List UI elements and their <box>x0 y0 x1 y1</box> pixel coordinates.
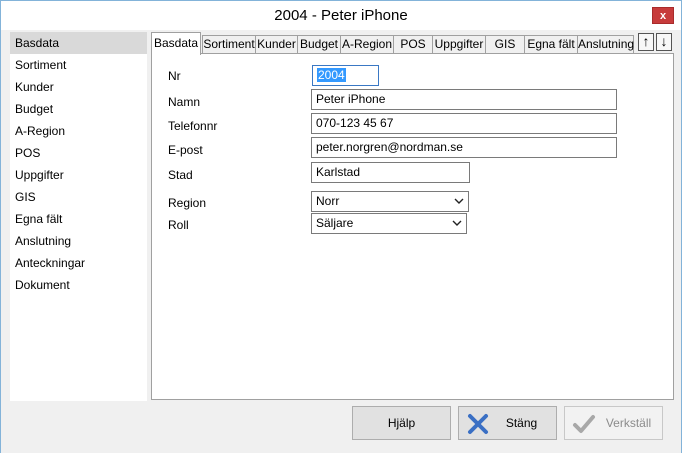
window-title: 2004 - Peter iPhone <box>274 7 408 24</box>
epost-field[interactable]: peter.norgren@nordman.se <box>311 137 617 158</box>
sidebar-item-egna-falt[interactable]: Egna fält <box>10 208 147 230</box>
stad-label: Stad <box>168 168 193 182</box>
sidebar-item-uppgifter[interactable]: Uppgifter <box>10 164 147 186</box>
basdata-panel: Nr 2004 Namn Peter iPhone Telefonnr 070-… <box>151 53 674 400</box>
sidebar-item-anslutning[interactable]: Anslutning <box>10 230 147 252</box>
sidebar-item-kunder[interactable]: Kunder <box>10 76 147 98</box>
dialog-window: 2004 - Peter iPhone x Basdata Sortiment … <box>0 0 682 453</box>
nr-field[interactable]: 2004 <box>312 65 379 86</box>
tab-scroll-down-button[interactable]: ↓ <box>656 33 672 51</box>
tab-uppgifter[interactable]: Uppgifter <box>432 35 486 54</box>
nr-label: Nr <box>168 69 181 83</box>
help-button[interactable]: Hjälp <box>352 406 451 440</box>
close-button[interactable]: Stäng <box>458 406 557 440</box>
button-bar: Hjälp Stäng Verkställ <box>1 401 681 453</box>
tab-kunder[interactable]: Kunder <box>255 35 298 54</box>
telefonnr-label: Telefonnr <box>168 119 218 133</box>
sidebar-item-dokument[interactable]: Dokument <box>10 274 147 296</box>
tab-budget[interactable]: Budget <box>297 35 341 54</box>
sidebar-item-anteckningar[interactable]: Anteckningar <box>10 252 147 274</box>
apply-button[interactable]: Verkställ <box>564 406 663 440</box>
chevron-down-icon <box>454 198 464 204</box>
sidebar-item-basdata[interactable]: Basdata <box>10 32 147 54</box>
tab-gis[interactable]: GIS <box>485 35 525 54</box>
roll-label: Roll <box>168 218 189 232</box>
arrow-down-icon: ↓ <box>660 33 668 49</box>
telefonnr-field[interactable]: 070-123 45 67 <box>311 113 617 134</box>
sidebar-item-gis[interactable]: GIS <box>10 186 147 208</box>
title-bar: 2004 - Peter iPhone x <box>1 1 681 30</box>
sidebar-nav: Basdata Sortiment Kunder Budget A-Region… <box>10 32 147 402</box>
namn-label: Namn <box>168 95 201 109</box>
help-button-label: Hjälp <box>387 416 416 430</box>
close-x-icon <box>468 414 488 434</box>
tab-strip: Basdata Sortiment Kunder Budget A-Region… <box>151 32 675 55</box>
tab-scroll-up-button[interactable]: ↑ <box>638 33 654 51</box>
checkmark-icon <box>573 415 595 433</box>
tab-egna-falt[interactable]: Egna fält <box>524 35 578 54</box>
apply-button-label: Verkställ <box>605 416 652 430</box>
tab-basdata[interactable]: Basdata <box>151 32 201 55</box>
region-label: Region <box>168 196 207 210</box>
tab-pos[interactable]: POS <box>393 35 433 54</box>
tab-a-region[interactable]: A-Region <box>340 35 394 54</box>
close-button-label: Stäng <box>505 416 538 430</box>
sidebar-item-a-region[interactable]: A-Region <box>10 120 147 142</box>
region-select[interactable]: Norr <box>311 191 469 212</box>
region-value: Norr <box>316 194 340 208</box>
chevron-down-icon <box>452 220 462 226</box>
sidebar-item-budget[interactable]: Budget <box>10 98 147 120</box>
close-window-button[interactable]: x <box>652 7 674 24</box>
namn-field[interactable]: Peter iPhone <box>311 89 617 110</box>
tab-anslutning[interactable]: Anslutning <box>577 35 634 54</box>
sidebar-item-pos[interactable]: POS <box>10 142 147 164</box>
roll-select[interactable]: Säljare <box>311 213 467 234</box>
nr-value: 2004 <box>317 68 346 82</box>
tab-sortiment[interactable]: Sortiment <box>202 35 256 54</box>
epost-label: E-post <box>168 143 203 157</box>
sidebar-item-sortiment[interactable]: Sortiment <box>10 54 147 76</box>
roll-value: Säljare <box>316 216 354 230</box>
stad-field[interactable]: Karlstad <box>311 162 470 183</box>
arrow-up-icon: ↑ <box>642 33 650 49</box>
